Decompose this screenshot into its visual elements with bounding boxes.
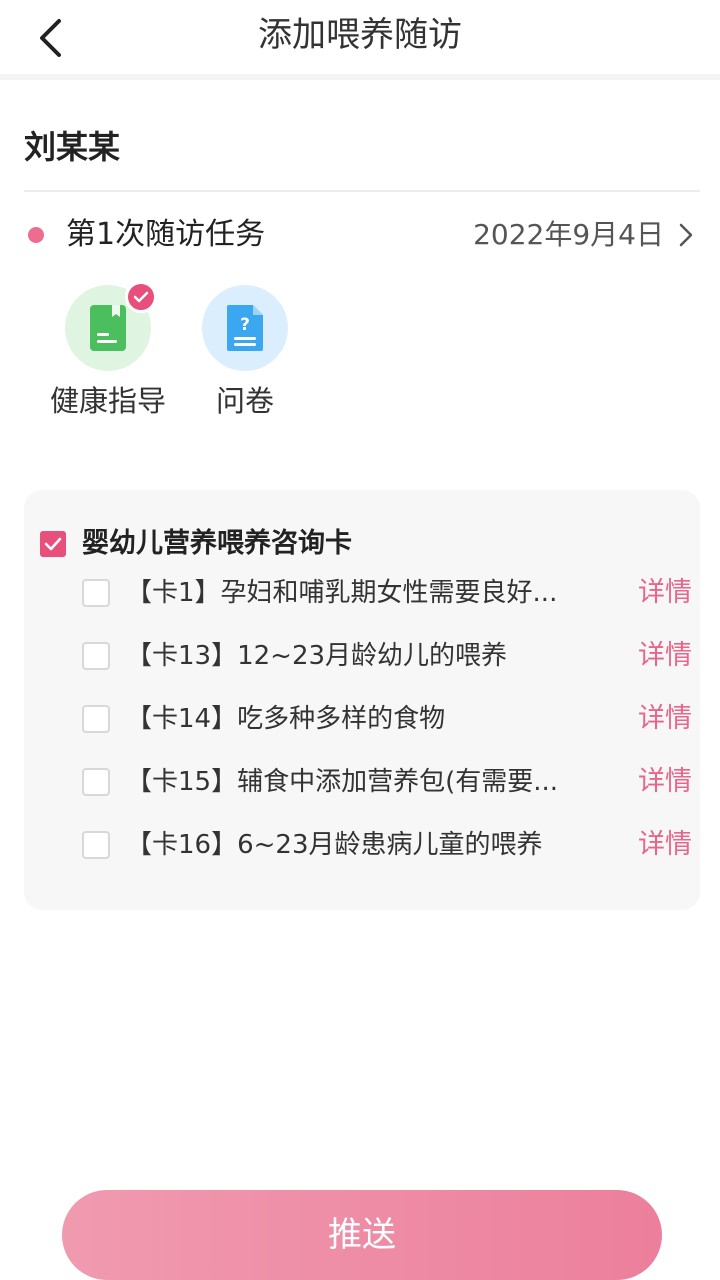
card-title: 【卡14】吃多种多样的食物: [126, 704, 446, 734]
card-checkbox[interactable]: [82, 831, 110, 859]
detail-link[interactable]: 详情: [638, 697, 692, 741]
task-dot-icon: [28, 227, 44, 243]
followup-task-row[interactable]: 第1次随访任务 2022年9月4日: [24, 210, 700, 260]
card-checkbox[interactable]: [82, 642, 110, 670]
selected-badge: [125, 281, 157, 313]
card-checkbox[interactable]: [82, 579, 110, 607]
type-circle: ?: [202, 285, 288, 371]
detail-link[interactable]: 详情: [638, 571, 692, 615]
type-health-guidance[interactable]: 健康指导: [43, 281, 173, 421]
card-list-panel: 婴幼儿营养喂养咨询卡 【卡1】孕妇和哺乳期女性需要良好... 详情 【卡13】1…: [24, 490, 700, 910]
detail-link[interactable]: 详情: [638, 823, 692, 867]
card-title: 【卡15】辅食中添加营养包(有需要...: [126, 767, 559, 797]
card-title: 【卡16】6~23月龄患病儿童的喂养: [126, 830, 543, 860]
card-group-label: 婴幼儿营养喂养咨询卡: [82, 528, 352, 559]
type-label: 健康指导: [49, 384, 166, 418]
list-item: 【卡13】12~23月龄幼儿的喂养 详情: [82, 634, 692, 678]
card-title: 【卡1】孕妇和哺乳期女性需要良好...: [126, 578, 558, 608]
list-item: 【卡1】孕妇和哺乳期女性需要良好... 详情: [82, 571, 692, 615]
type-label: 问卷: [215, 384, 274, 418]
list-item: 【卡15】辅食中添加营养包(有需要... 详情: [82, 760, 692, 804]
check-icon: [133, 291, 149, 303]
list-item: 【卡16】6~23月龄患病儿童的喂养 详情: [82, 823, 692, 867]
push-button[interactable]: 推送: [62, 1190, 662, 1280]
questionnaire-blue-icon: ?: [227, 305, 263, 351]
detail-link[interactable]: 详情: [638, 634, 692, 678]
page-title: 添加喂养随访: [258, 15, 462, 55]
type-circle: [65, 281, 157, 371]
type-questionnaire[interactable]: ? 问卷: [180, 285, 310, 421]
document-green-icon: [90, 305, 126, 351]
top-bar: 添加喂养随访: [0, 0, 720, 80]
task-title: 第1次随访任务: [66, 217, 266, 252]
card-checkbox[interactable]: [82, 705, 110, 733]
card-checkbox[interactable]: [82, 768, 110, 796]
chevron-right-icon: [679, 223, 693, 247]
svg-text:?: ?: [240, 315, 250, 335]
group-checkbox[interactable]: [40, 531, 66, 557]
detail-link[interactable]: 详情: [638, 760, 692, 804]
card-title: 【卡13】12~23月龄幼儿的喂养: [126, 641, 508, 671]
divider: [24, 190, 700, 192]
patient-name: 刘某某: [24, 128, 121, 166]
page: 添加喂养随访 刘某某 第1次随访任务 2022年9月4日 健康指导 ? 问卷 婴…: [0, 0, 720, 1280]
task-date: 2022年9月4日: [473, 218, 664, 251]
check-icon: [44, 537, 62, 551]
card-group-header[interactable]: 婴幼儿营养喂养咨询卡: [40, 524, 680, 564]
list-item: 【卡14】吃多种多样的食物 详情: [82, 697, 692, 741]
